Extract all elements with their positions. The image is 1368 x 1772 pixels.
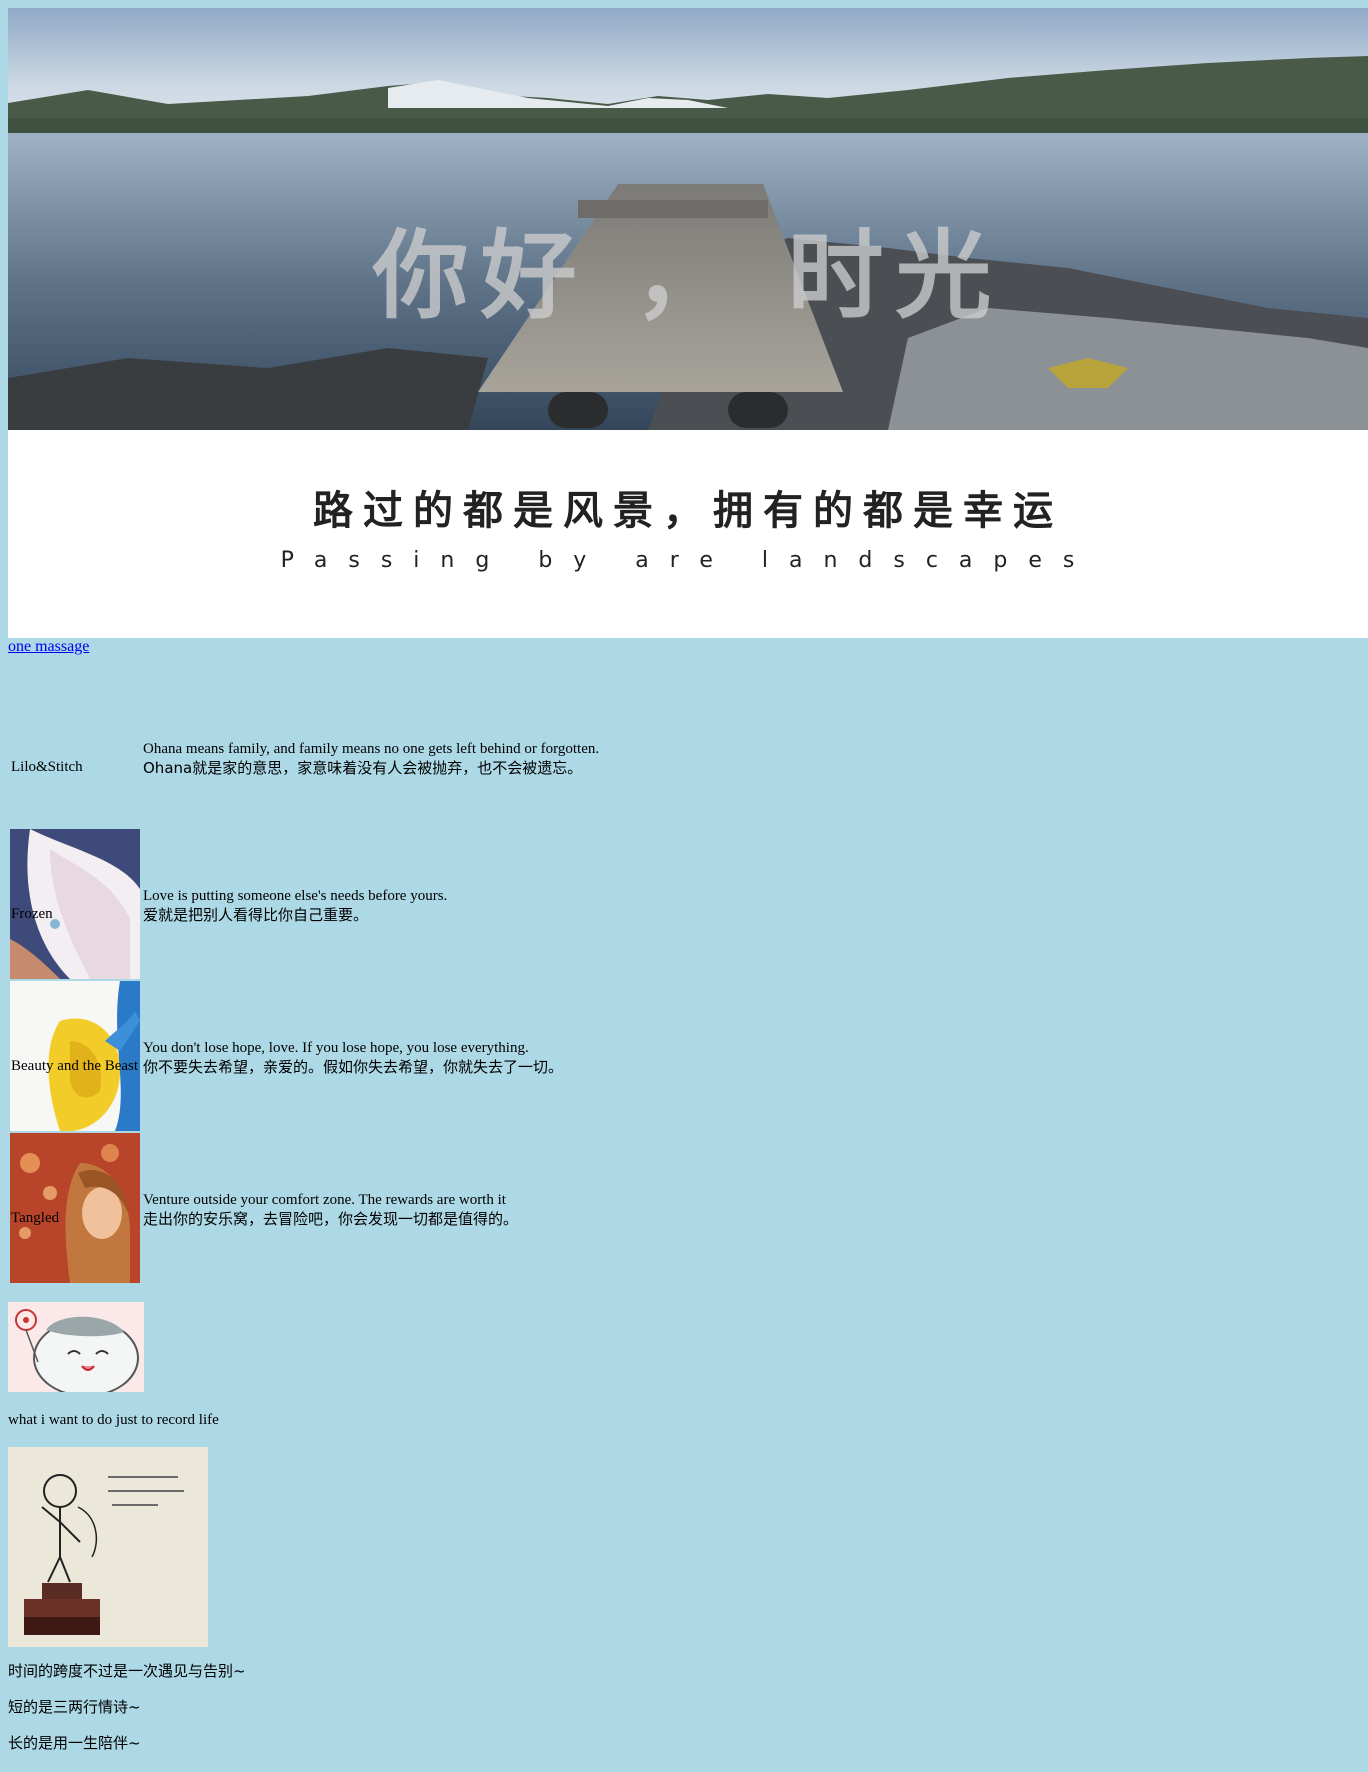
- banner-slogan: 路过的都是风景，拥有的都是幸运: [313, 487, 1063, 534]
- quote-row-beauty-and-the-beast: Beauty and the Beast You don't lose hope…: [10, 981, 910, 1131]
- quote-movie-name: Tangled: [11, 1210, 60, 1226]
- quote-chinese: Ohana就是家的意思，家意味着没有人会被抛弃，也不会被遗忘。: [143, 759, 583, 777]
- quote-row-tangled: Tangled Venture outside your comfort zon…: [10, 1133, 910, 1283]
- quote-english: Ohana means family, and family means no …: [143, 741, 600, 757]
- quote-image-cell: Tangled: [10, 1133, 140, 1283]
- record-life-text: what i want to do just to record life: [8, 1412, 219, 1428]
- banner: 你好 ， 时光 路过的都是风景，拥有的都是幸运 Passing by are l…: [8, 8, 1368, 638]
- poem-line: 长的是用一生陪伴~: [8, 1734, 141, 1752]
- quote-english: You don't lose hope, love. If you lose h…: [143, 1040, 529, 1056]
- quote-text: Venture outside your comfort zone. The r…: [143, 1191, 518, 1229]
- frozen-image: [10, 829, 140, 979]
- quote-chinese: 你不要失去希望，亲爱的。假如你失去希望，你就失去了一切。: [143, 1058, 564, 1076]
- quote-row-lilo-stitch: Lilo&Stitch Ohana means family, and fami…: [10, 682, 910, 832]
- banner-title: 你好 ， 时光: [372, 220, 1004, 332]
- beauty-and-the-beast-image: [10, 981, 140, 1131]
- quote-english: Venture outside your comfort zone. The r…: [143, 1192, 506, 1208]
- hamster-image: [8, 1302, 144, 1392]
- quote-text: You don't lose hope, love. If you lose h…: [143, 1039, 563, 1077]
- quote-chinese: 爱就是把别人看得比你自己重要。: [143, 906, 369, 924]
- tangled-image: [10, 1133, 140, 1283]
- quote-movie-name: Frozen: [11, 906, 53, 922]
- quote-english: Love is putting someone else's needs bef…: [143, 888, 448, 904]
- quote-movie-name: Lilo&Stitch: [11, 759, 83, 775]
- quote-text: Love is putting someone else's needs bef…: [143, 887, 447, 925]
- poem-line: 时间的跨度不过是一次遇见与告别~: [8, 1662, 246, 1680]
- quote-text: Ohana means family, and family means no …: [143, 740, 599, 778]
- one-massage-link[interactable]: one massage: [8, 638, 89, 656]
- quote-image-cell: Lilo&Stitch: [10, 682, 140, 832]
- poem-line: 短的是三两行情诗~: [8, 1698, 141, 1716]
- quote-image-cell: Beauty and the Beast: [10, 981, 140, 1131]
- sketch-image: [8, 1447, 208, 1647]
- quote-chinese: 走出你的安乐窝，去冒险吧，你会发现一切都是值得的。: [143, 1210, 519, 1228]
- quote-image-cell: Frozen: [10, 829, 140, 979]
- banner-subslogan: Passing by are landscapes: [280, 548, 1096, 573]
- quote-movie-name: Beauty and the Beast: [11, 1058, 139, 1074]
- quote-row-frozen: Frozen Love is putting someone else's ne…: [10, 829, 910, 979]
